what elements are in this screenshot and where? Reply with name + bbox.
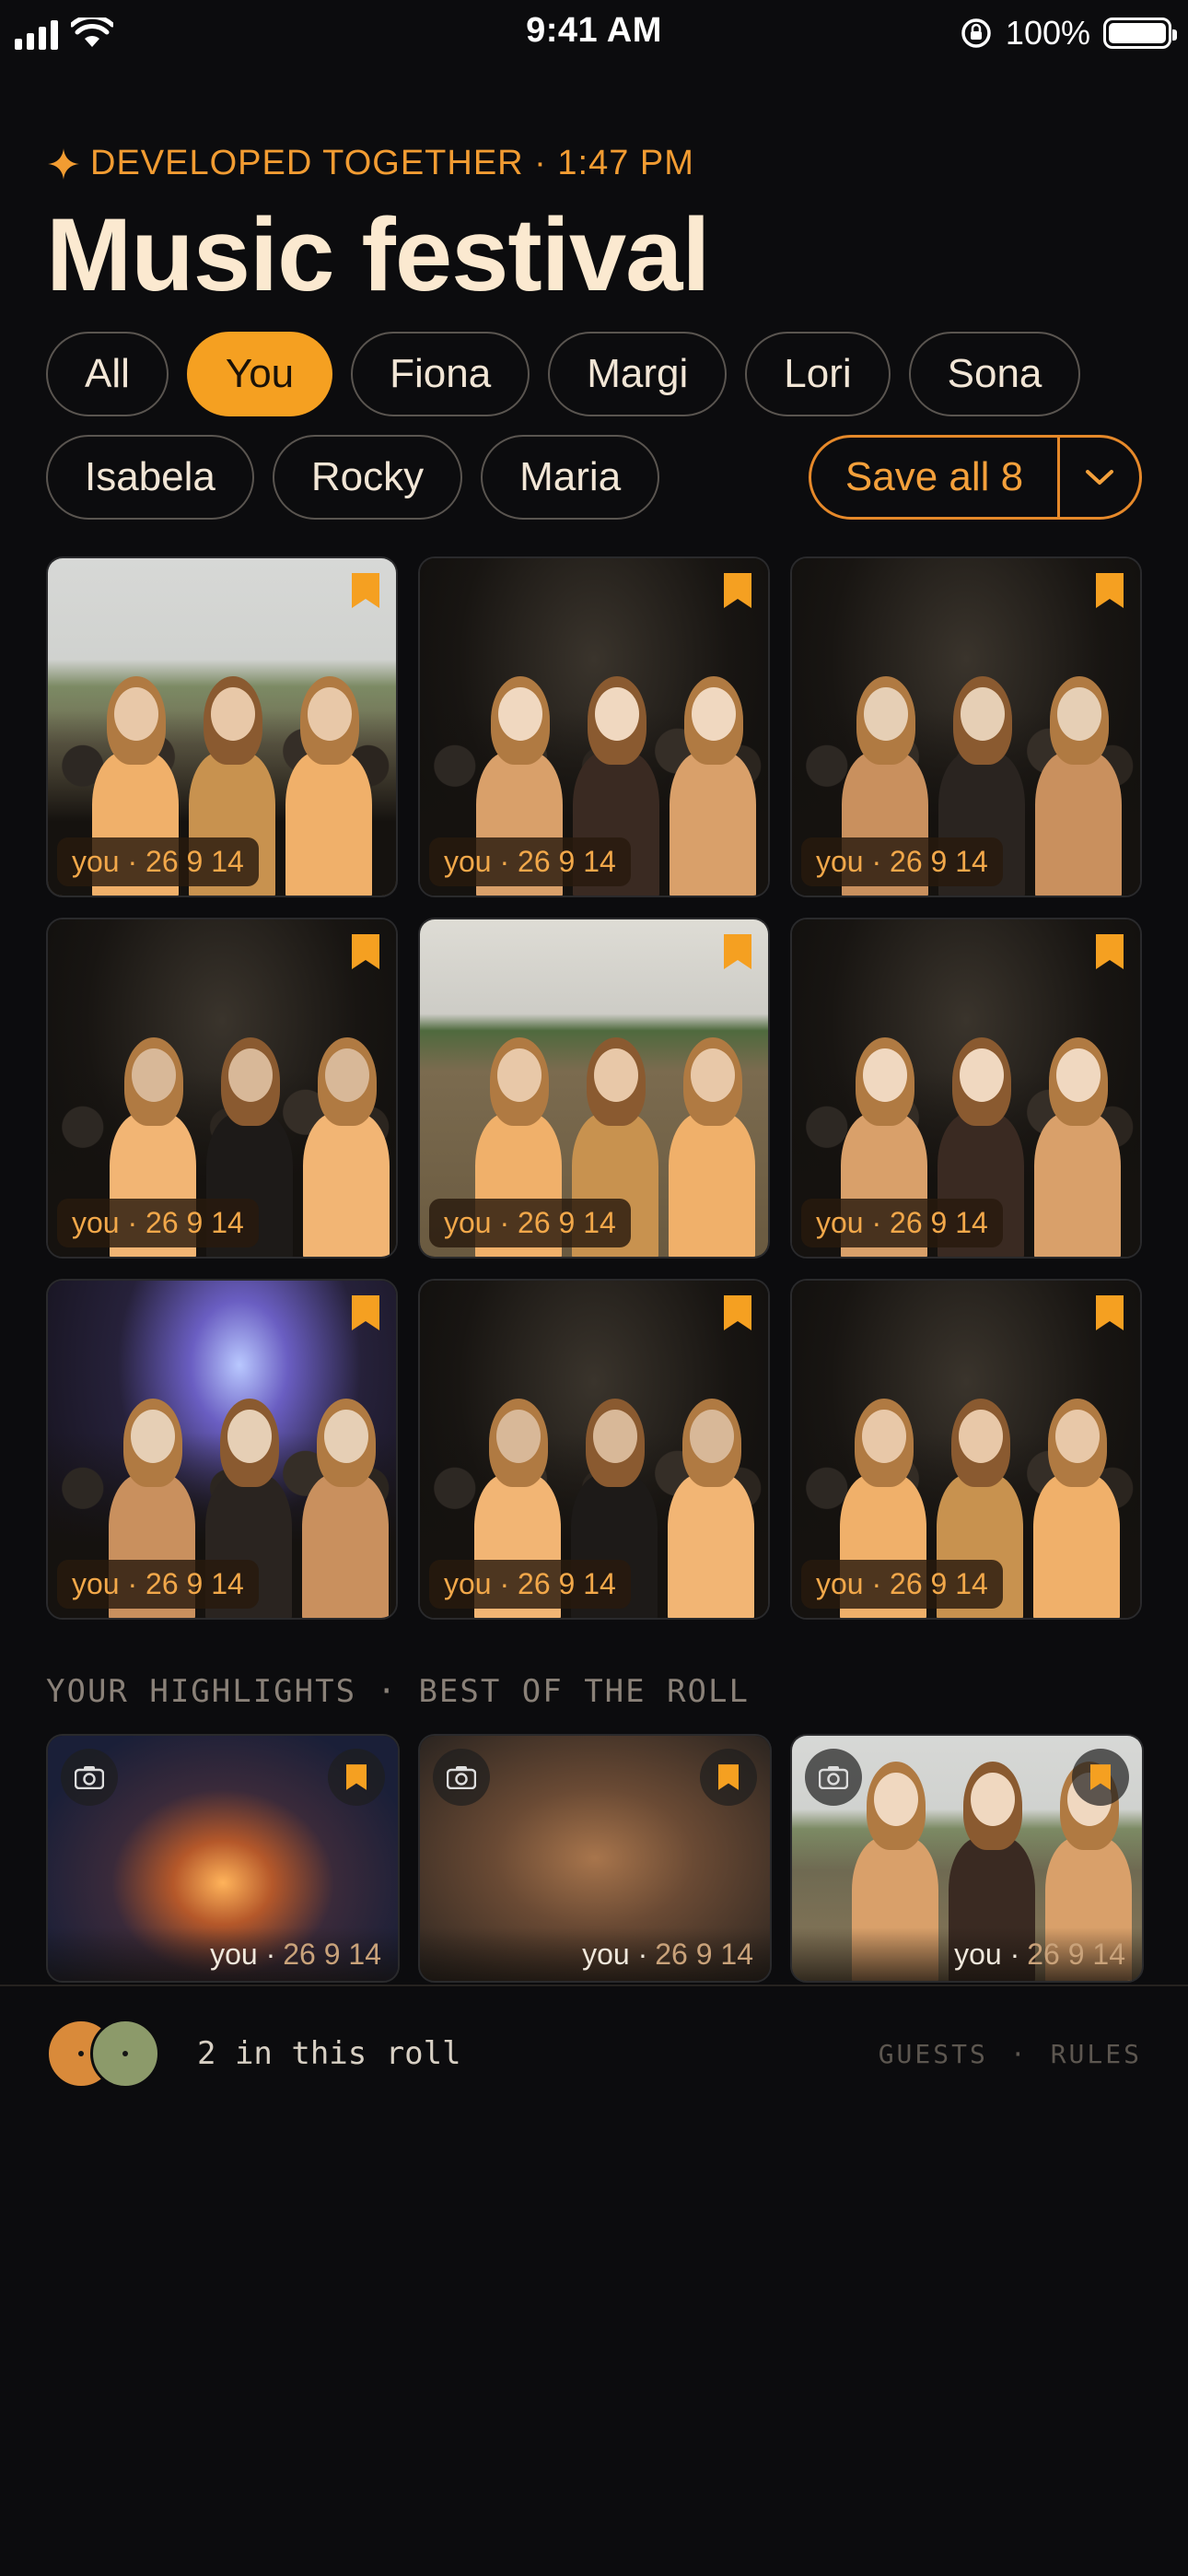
photo-figure — [278, 656, 379, 896]
filter-chip-sona[interactable]: Sona — [908, 332, 1081, 416]
photo-figure — [1027, 1017, 1128, 1257]
participant-avatars[interactable] — [46, 2018, 166, 2090]
photo-caption: you · 26 9 14 — [57, 837, 259, 886]
page-title: Music festival — [46, 197, 711, 312]
photo-figure — [660, 1378, 762, 1618]
bookmark-icon[interactable] — [328, 1749, 385, 1806]
filter-chip-rocky[interactable]: Rocky — [272, 435, 463, 520]
photo-figure — [662, 656, 763, 896]
photo-caption: you · 26 9 14 — [801, 837, 1003, 886]
caption-date: 26 9 14 — [1027, 1937, 1125, 1971]
caption-who: you · — [582, 1937, 648, 1971]
bookmark-icon[interactable] — [352, 573, 379, 608]
sparkle-icon — [48, 147, 79, 180]
filter-chips-row-1: All You Fiona Margi Lori Sona — [46, 332, 1081, 416]
photo-tile[interactable]: you · 26 9 14 — [46, 918, 398, 1259]
filter-chip-margi[interactable]: Margi — [548, 332, 728, 416]
link-separator: · — [1009, 2038, 1029, 2069]
avatar — [90, 2019, 160, 2089]
photo-figure — [296, 1017, 396, 1257]
highlights-section-label: YOUR HIGHLIGHTS · BEST OF THE ROLL — [46, 1673, 750, 1710]
camera-icon — [61, 1749, 118, 1806]
photo-tile[interactable]: you · 26 9 14 — [46, 1279, 398, 1620]
photo-figure — [661, 1017, 763, 1257]
caption-date: 26 9 14 — [283, 1937, 381, 1971]
bookmark-icon[interactable] — [724, 1295, 751, 1330]
highlight-caption: you · 26 9 14 — [48, 1927, 398, 1981]
highlight-tile[interactable]: you · 26 9 14 — [418, 1734, 772, 1983]
photo-tile[interactable]: you · 26 9 14 — [790, 918, 1142, 1259]
caption-who: you · — [210, 1937, 276, 1971]
status-time: 9:41 AM — [526, 11, 662, 50]
caption-who: you · — [954, 1937, 1020, 1971]
battery-icon — [1103, 18, 1177, 49]
photo-tile[interactable]: you · 26 9 14 — [418, 918, 770, 1259]
highlight-caption: you · 26 9 14 — [792, 1927, 1142, 1981]
caption-date: 26 9 14 — [655, 1937, 753, 1971]
roll-count: 2 in this roll — [197, 2035, 461, 2072]
photo-tile[interactable]: you · 26 9 14 — [418, 1279, 770, 1620]
bookmark-icon[interactable] — [700, 1749, 757, 1806]
rules-link[interactable]: RULES — [1051, 2039, 1142, 2069]
status-bar: 9:41 AM 100% — [0, 0, 1188, 66]
photo-caption: you · 26 9 14 — [429, 837, 631, 886]
photo-caption: you · 26 9 14 — [57, 1199, 259, 1247]
photo-figure — [1026, 1378, 1127, 1618]
photo-tile[interactable]: you · 26 9 14 — [46, 556, 398, 897]
photo-tile[interactable]: you · 26 9 14 — [790, 556, 1142, 897]
highlight-tile[interactable]: you · 26 9 14 — [790, 1734, 1144, 1983]
camera-icon — [433, 1749, 490, 1806]
filter-chip-fiona[interactable]: Fiona — [351, 332, 530, 416]
photo-caption: you · 26 9 14 — [429, 1560, 631, 1609]
filter-chip-isabela[interactable]: Isabela — [46, 435, 254, 520]
save-options-toggle[interactable] — [1060, 438, 1139, 517]
photo-caption: you · 26 9 14 — [429, 1199, 631, 1247]
camera-icon — [805, 1749, 862, 1806]
photo-caption: you · 26 9 14 — [57, 1560, 259, 1609]
bookmark-icon[interactable] — [352, 1295, 379, 1330]
filter-chips-row-2: Isabela Rocky Maria — [46, 435, 660, 520]
chevron-down-icon — [1086, 470, 1113, 485]
photo-figure — [1028, 656, 1129, 896]
photo-tile[interactable]: you · 26 9 14 — [790, 1279, 1142, 1620]
guests-link[interactable]: GUESTS — [879, 2039, 988, 2069]
photo-tile[interactable]: you · 26 9 14 — [418, 556, 770, 897]
developed-eyebrow: DEVELOPED TOGETHER · 1:47 PM — [48, 144, 694, 183]
bookmark-icon[interactable] — [724, 573, 751, 608]
eyebrow-text: DEVELOPED TOGETHER · 1:47 PM — [90, 144, 694, 182]
save-all-button[interactable]: Save all 8 — [811, 438, 1057, 517]
highlight-tile[interactable]: you · 26 9 14 — [46, 1734, 400, 1983]
bookmark-icon[interactable] — [1096, 1295, 1124, 1330]
bookmark-icon[interactable] — [1096, 573, 1124, 608]
filter-chip-maria[interactable]: Maria — [481, 435, 660, 520]
filter-chip-lori[interactable]: Lori — [745, 332, 891, 416]
bookmark-icon[interactable] — [1072, 1749, 1129, 1806]
photo-grid: you · 26 9 14 you · 26 9 14 you · 26 9 1… — [46, 556, 1142, 1620]
bookmark-icon[interactable] — [352, 934, 379, 969]
bookmark-icon[interactable] — [1096, 934, 1124, 969]
filter-chip-all[interactable]: All — [46, 332, 169, 416]
footer-links: GUESTS · RULES — [879, 2039, 1142, 2069]
highlight-caption: you · 26 9 14 — [420, 1927, 770, 1981]
highlights-grid: you · 26 9 14 you · 26 9 14 you · 26 9 1… — [46, 1734, 1144, 1983]
photo-caption: you · 26 9 14 — [801, 1199, 1003, 1247]
save-all-split-button: Save all 8 — [809, 435, 1142, 520]
bookmark-icon[interactable] — [724, 934, 751, 969]
filter-chip-you[interactable]: You — [186, 332, 333, 416]
photo-caption: you · 26 9 14 — [801, 1560, 1003, 1609]
roll-footer: 2 in this roll GUESTS · RULES — [46, 2016, 1142, 2091]
photo-figure — [295, 1378, 396, 1618]
bottom-divider — [0, 1985, 1188, 1986]
